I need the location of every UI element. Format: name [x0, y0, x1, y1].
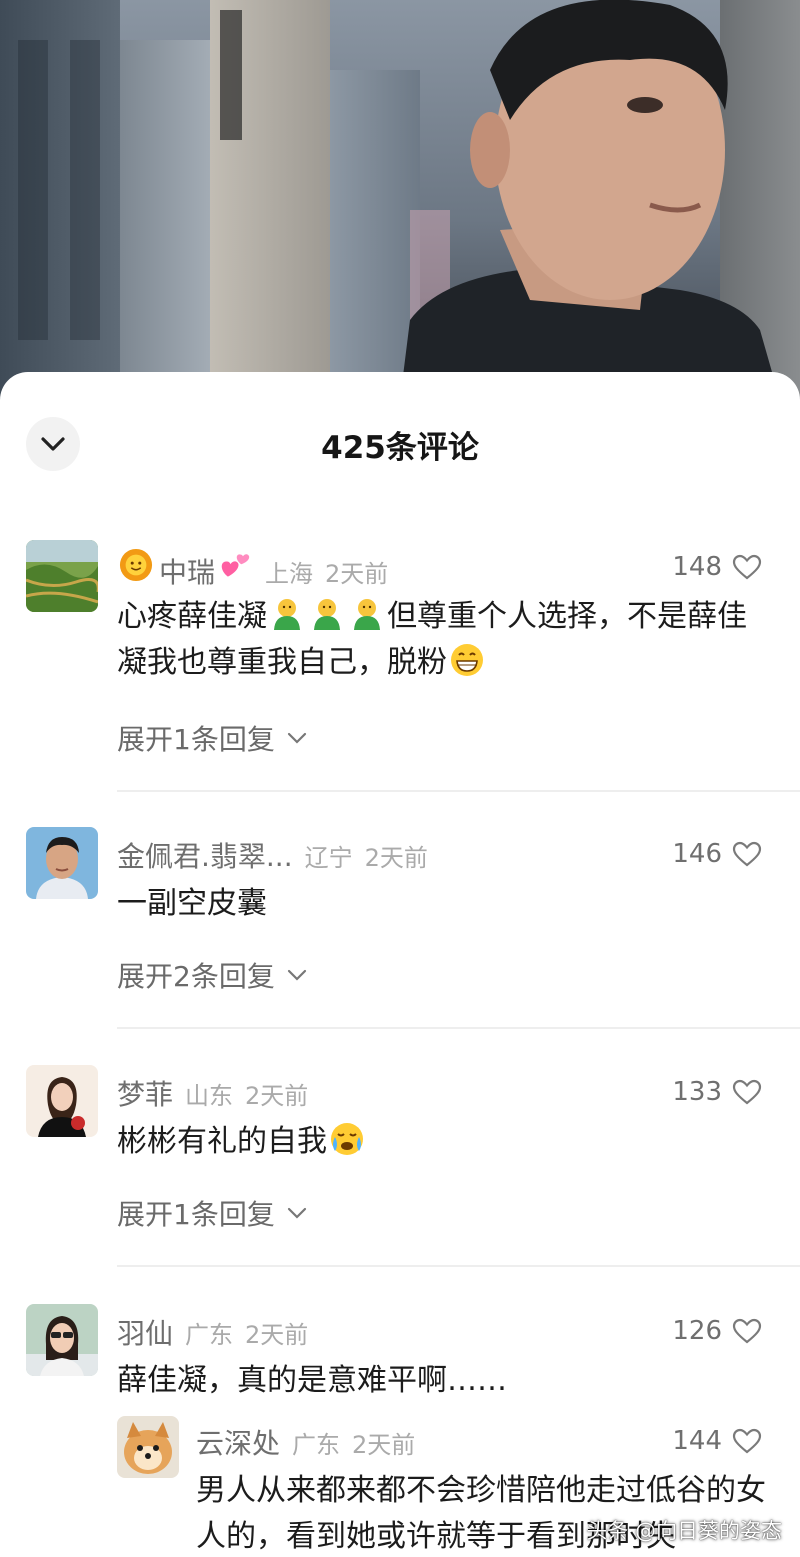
heart-outline-icon — [732, 1318, 762, 1344]
like-button[interactable]: 146 — [672, 839, 762, 869]
comments-count-title: 425条评论 — [321, 430, 479, 466]
chevron-down-icon — [287, 969, 306, 981]
green-figure-emoji-icon — [354, 599, 380, 630]
expand-replies-button[interactable]: 展开1条回复 — [117, 718, 307, 758]
commenter-location: 辽宁 — [304, 844, 353, 872]
comment-time: 2天前 — [245, 1082, 309, 1110]
like-count: 133 — [672, 1077, 722, 1107]
like-count: 148 — [672, 552, 722, 582]
comment-time: 2天前 — [352, 1431, 416, 1459]
commenter-name[interactable]: 金佩君.翡翠... — [117, 835, 293, 875]
two-hearts-emoji-icon — [221, 554, 250, 577]
comment-text: 薛佳凝，真的是意难平啊…… — [117, 1363, 507, 1398]
person-figure — [400, 0, 780, 400]
heart-outline-icon — [732, 1079, 762, 1105]
like-button[interactable]: 148 — [672, 552, 762, 582]
background-building — [210, 0, 330, 400]
background-building — [120, 40, 210, 400]
comment-time: 2天前 — [325, 560, 389, 588]
commenter-location: 山东 — [185, 1082, 234, 1110]
avatar[interactable] — [26, 1304, 98, 1376]
commenter-location: 上海 — [265, 560, 314, 588]
like-count: 144 — [672, 1426, 722, 1456]
comment-text: 一副空皮囊 — [117, 886, 267, 921]
avatar[interactable] — [117, 1416, 179, 1478]
expand-replies-button[interactable]: 展开1条回复 — [117, 1193, 307, 1233]
commenter-name[interactable]: 羽仙 — [117, 1312, 173, 1352]
watermark: 头条 @向日葵的姿态 — [586, 1519, 782, 1543]
heart-outline-icon — [732, 1428, 762, 1454]
comment-text: 心疼薛佳凝 但尊重个人选择，不是薛佳凝我也尊重我自己，脱粉 — [117, 594, 770, 686]
avatar[interactable] — [26, 1065, 98, 1137]
commenter-name[interactable]: 云深处 — [196, 1422, 280, 1462]
divider — [117, 790, 800, 792]
like-button[interactable]: 126 — [672, 1316, 762, 1346]
commenter-name[interactable]: 梦菲 — [117, 1073, 173, 1113]
background-building — [0, 0, 120, 400]
comment-text: 彬彬有礼的自我 — [117, 1119, 770, 1165]
crying-emoji-icon — [331, 1123, 363, 1155]
commenter-name[interactable]: 中瑞 — [159, 551, 215, 591]
chevron-down-icon — [287, 1207, 306, 1219]
divider — [117, 1027, 800, 1029]
commenter-location: 广东 — [292, 1431, 341, 1459]
heart-outline-icon — [732, 841, 762, 867]
sun-emoji-icon — [119, 548, 153, 582]
video-player-background[interactable] — [0, 0, 800, 400]
expand-replies-button[interactable]: 展开2条回复 — [117, 955, 307, 995]
like-count: 146 — [672, 839, 722, 869]
avatar[interactable] — [26, 827, 98, 899]
green-figure-emoji-icon — [274, 599, 300, 630]
like-button[interactable]: 133 — [672, 1077, 762, 1107]
divider — [117, 1265, 800, 1267]
like-button[interactable]: 144 — [672, 1426, 762, 1456]
chevron-down-icon — [287, 732, 306, 744]
comments-sheet: 425条评论 中瑞 上海 2天前 148 心疼薛佳凝 但尊重个人选择，不是薛佳凝… — [0, 372, 800, 1557]
commenter-location: 广东 — [185, 1321, 234, 1349]
heart-outline-icon — [732, 554, 762, 580]
green-figure-emoji-icon — [314, 599, 340, 630]
like-count: 126 — [672, 1316, 722, 1346]
comment-time: 2天前 — [245, 1321, 309, 1349]
grinning-emoji-icon — [451, 644, 483, 676]
comment-time: 2天前 — [364, 844, 428, 872]
avatar[interactable] — [26, 540, 98, 612]
